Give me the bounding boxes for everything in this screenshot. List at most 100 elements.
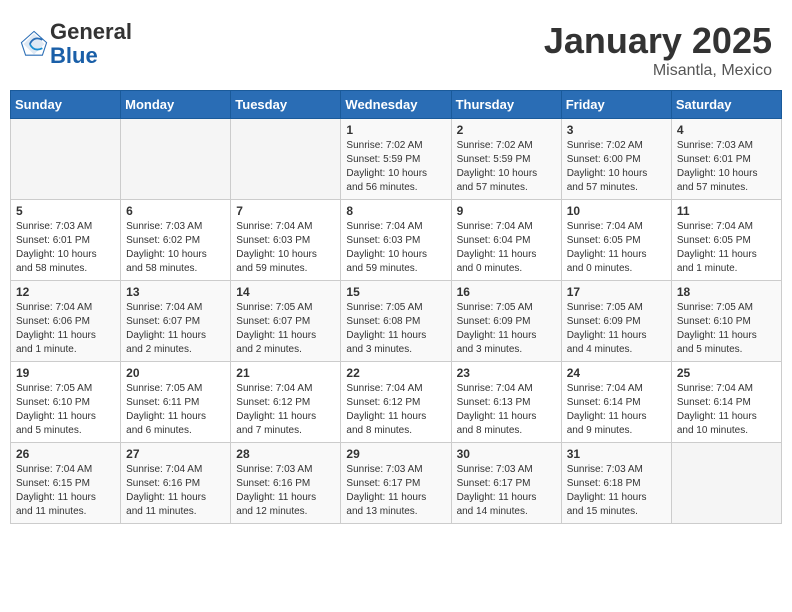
- calendar-cell-4-2: 20Sunrise: 7:05 AM Sunset: 6:11 PM Dayli…: [121, 362, 231, 443]
- day-number: 24: [567, 366, 666, 380]
- day-number: 27: [126, 447, 225, 461]
- calendar-cell-5-4: 29 Sunrise: 7:03 AM Sunset: 6:17 PM Dayli…: [341, 443, 451, 524]
- day-number: 19: [16, 366, 115, 380]
- calendar-week-3: 12 Sunrise: 7:04 AM Sunset: 6:06 PM Dayli…: [11, 281, 782, 362]
- calendar-cell-2-1: 5 Sunrise: 7:03 AM Sunset: 6:01 PM Daylig…: [11, 200, 121, 281]
- day-info: Sunrise: 7:03 AM Sunset: 6:16 PM Dayligh…: [236, 463, 335, 519]
- calendar-cell-3-4: 15 Sunrise: 7:05 AM Sunset: 6:08 PM Dayli…: [341, 281, 451, 362]
- day-number: 8: [346, 204, 445, 218]
- calendar-cell-1-2: [121, 119, 231, 200]
- calendar-title: January 2025: [544, 20, 772, 62]
- calendar-cell-2-5: 9 Sunrise: 7:04 AM Sunset: 6:04 PM Daylig…: [451, 200, 561, 281]
- calendar-cell-3-1: 12 Sunrise: 7:04 AM Sunset: 6:06 PM Dayli…: [11, 281, 121, 362]
- day-info: Sunrise: 7:04 AM Sunset: 6:14 PM Dayligh…: [567, 382, 666, 438]
- calendar-cell-5-5: 30 Sunrise: 7:03 AM Sunset: 6:17 PM Dayli…: [451, 443, 561, 524]
- calendar-cell-1-4: 1 Sunrise: 7:02 AM Sunset: 5:59 PM Daylig…: [341, 119, 451, 200]
- calendar-cell-4-7: 25Sunrise: 7:04 AM Sunset: 6:14 PM Dayli…: [671, 362, 781, 443]
- day-info: Sunrise: 7:02 AM Sunset: 6:00 PM Dayligh…: [567, 139, 666, 195]
- day-info: Sunrise: 7:04 AM Sunset: 6:12 PM Dayligh…: [346, 382, 445, 438]
- day-info: Sunrise: 7:03 AM Sunset: 6:17 PM Dayligh…: [457, 463, 556, 519]
- calendar-cell-2-3: 7 Sunrise: 7:04 AM Sunset: 6:03 PM Daylig…: [231, 200, 341, 281]
- day-info: Sunrise: 7:04 AM Sunset: 6:15 PM Dayligh…: [16, 463, 115, 519]
- calendar-cell-1-7: 4 Sunrise: 7:03 AM Sunset: 6:01 PM Daylig…: [671, 119, 781, 200]
- day-number: 31: [567, 447, 666, 461]
- day-number: 9: [457, 204, 556, 218]
- day-number: 13: [126, 285, 225, 299]
- calendar-subtitle: Misantla, Mexico: [544, 62, 772, 80]
- day-info: Sunrise: 7:02 AM Sunset: 5:59 PM Dayligh…: [346, 139, 445, 195]
- day-info: Sunrise: 7:04 AM Sunset: 6:05 PM Dayligh…: [677, 220, 776, 276]
- calendar-cell-5-3: 28 Sunrise: 7:03 AM Sunset: 6:16 PM Dayli…: [231, 443, 341, 524]
- title-block: January 2025 Misantla, Mexico: [544, 20, 772, 80]
- weekday-header-thursday: Thursday: [451, 91, 561, 119]
- calendar-cell-5-6: 31 Sunrise: 7:03 AM Sunset: 6:18 PM Dayli…: [561, 443, 671, 524]
- calendar-cell-4-3: 21 Sunrise: 7:04 AM Sunset: 6:12 PM Dayli…: [231, 362, 341, 443]
- day-number: 10: [567, 204, 666, 218]
- page-header: General Blue January 2025 Misantla, Mexi…: [10, 10, 782, 85]
- day-number: 21: [236, 366, 335, 380]
- day-number: 3: [567, 123, 666, 137]
- weekday-header-friday: Friday: [561, 91, 671, 119]
- day-info: Sunrise: 7:05 AM Sunset: 6:07 PM Dayligh…: [236, 301, 335, 357]
- day-info: Sunrise: 7:05 AM Sunset: 6:08 PM Dayligh…: [346, 301, 445, 357]
- day-info: Sunrise: 7:05 AM Sunset: 6:10 PM Dayligh…: [677, 301, 776, 357]
- day-number: 12: [16, 285, 115, 299]
- logo: General Blue: [20, 20, 132, 68]
- day-info: Sunrise: 7:04 AM Sunset: 6:12 PM Dayligh…: [236, 382, 335, 438]
- day-number: 14: [236, 285, 335, 299]
- day-info: Sunrise: 7:03 AM Sunset: 6:18 PM Dayligh…: [567, 463, 666, 519]
- day-info: Sunrise: 7:04 AM Sunset: 6:13 PM Dayligh…: [457, 382, 556, 438]
- calendar-cell-2-4: 8 Sunrise: 7:04 AM Sunset: 6:03 PM Daylig…: [341, 200, 451, 281]
- calendar-cell-1-3: [231, 119, 341, 200]
- logo-blue: Blue: [50, 43, 98, 68]
- day-number: 20: [126, 366, 225, 380]
- day-info: Sunrise: 7:05 AM Sunset: 6:10 PM Dayligh…: [16, 382, 115, 438]
- day-info: Sunrise: 7:03 AM Sunset: 6:17 PM Dayligh…: [346, 463, 445, 519]
- day-number: 4: [677, 123, 776, 137]
- day-info: Sunrise: 7:04 AM Sunset: 6:03 PM Dayligh…: [346, 220, 445, 276]
- day-number: 26: [16, 447, 115, 461]
- day-number: 25: [677, 366, 776, 380]
- day-number: 23: [457, 366, 556, 380]
- day-info: Sunrise: 7:04 AM Sunset: 6:16 PM Dayligh…: [126, 463, 225, 519]
- calendar-cell-3-3: 14 Sunrise: 7:05 AM Sunset: 6:07 PM Dayli…: [231, 281, 341, 362]
- calendar-table: SundayMondayTuesdayWednesdayThursdayFrid…: [10, 90, 782, 524]
- day-number: 18: [677, 285, 776, 299]
- logo-general: General: [50, 19, 132, 44]
- day-number: 6: [126, 204, 225, 218]
- day-info: Sunrise: 7:05 AM Sunset: 6:09 PM Dayligh…: [567, 301, 666, 357]
- calendar-cell-5-7: [671, 443, 781, 524]
- day-number: 29: [346, 447, 445, 461]
- calendar-cell-1-5: 2 Sunrise: 7:02 AM Sunset: 5:59 PM Daylig…: [451, 119, 561, 200]
- calendar-cell-3-5: 16 Sunrise: 7:05 AM Sunset: 6:09 PM Dayli…: [451, 281, 561, 362]
- day-number: 2: [457, 123, 556, 137]
- calendar-week-1: 1 Sunrise: 7:02 AM Sunset: 5:59 PM Daylig…: [11, 119, 782, 200]
- day-info: Sunrise: 7:03 AM Sunset: 6:01 PM Dayligh…: [677, 139, 776, 195]
- day-info: Sunrise: 7:04 AM Sunset: 6:06 PM Dayligh…: [16, 301, 115, 357]
- calendar-cell-1-6: 3 Sunrise: 7:02 AM Sunset: 6:00 PM Daylig…: [561, 119, 671, 200]
- day-info: Sunrise: 7:04 AM Sunset: 6:05 PM Dayligh…: [567, 220, 666, 276]
- day-number: 15: [346, 285, 445, 299]
- day-info: Sunrise: 7:05 AM Sunset: 6:09 PM Dayligh…: [457, 301, 556, 357]
- calendar-cell-3-6: 17 Sunrise: 7:05 AM Sunset: 6:09 PM Dayli…: [561, 281, 671, 362]
- day-number: 16: [457, 285, 556, 299]
- weekday-header-wednesday: Wednesday: [341, 91, 451, 119]
- calendar-cell-3-2: 13Sunrise: 7:04 AM Sunset: 6:07 PM Dayli…: [121, 281, 231, 362]
- day-number: 28: [236, 447, 335, 461]
- day-number: 1: [346, 123, 445, 137]
- day-number: 30: [457, 447, 556, 461]
- day-info: Sunrise: 7:02 AM Sunset: 5:59 PM Dayligh…: [457, 139, 556, 195]
- day-number: 5: [16, 204, 115, 218]
- calendar-cell-2-7: 11Sunrise: 7:04 AM Sunset: 6:05 PM Dayli…: [671, 200, 781, 281]
- day-number: 17: [567, 285, 666, 299]
- calendar-cell-5-1: 26 Sunrise: 7:04 AM Sunset: 6:15 PM Dayli…: [11, 443, 121, 524]
- calendar-cell-4-6: 24 Sunrise: 7:04 AM Sunset: 6:14 PM Dayli…: [561, 362, 671, 443]
- calendar-cell-4-1: 19 Sunrise: 7:05 AM Sunset: 6:10 PM Dayli…: [11, 362, 121, 443]
- weekday-header-tuesday: Tuesday: [231, 91, 341, 119]
- day-info: Sunrise: 7:03 AM Sunset: 6:01 PM Dayligh…: [16, 220, 115, 276]
- day-info: Sunrise: 7:04 AM Sunset: 6:03 PM Dayligh…: [236, 220, 335, 276]
- day-number: 7: [236, 204, 335, 218]
- day-info: Sunrise: 7:04 AM Sunset: 6:04 PM Dayligh…: [457, 220, 556, 276]
- day-number: 22: [346, 366, 445, 380]
- calendar-cell-1-1: [11, 119, 121, 200]
